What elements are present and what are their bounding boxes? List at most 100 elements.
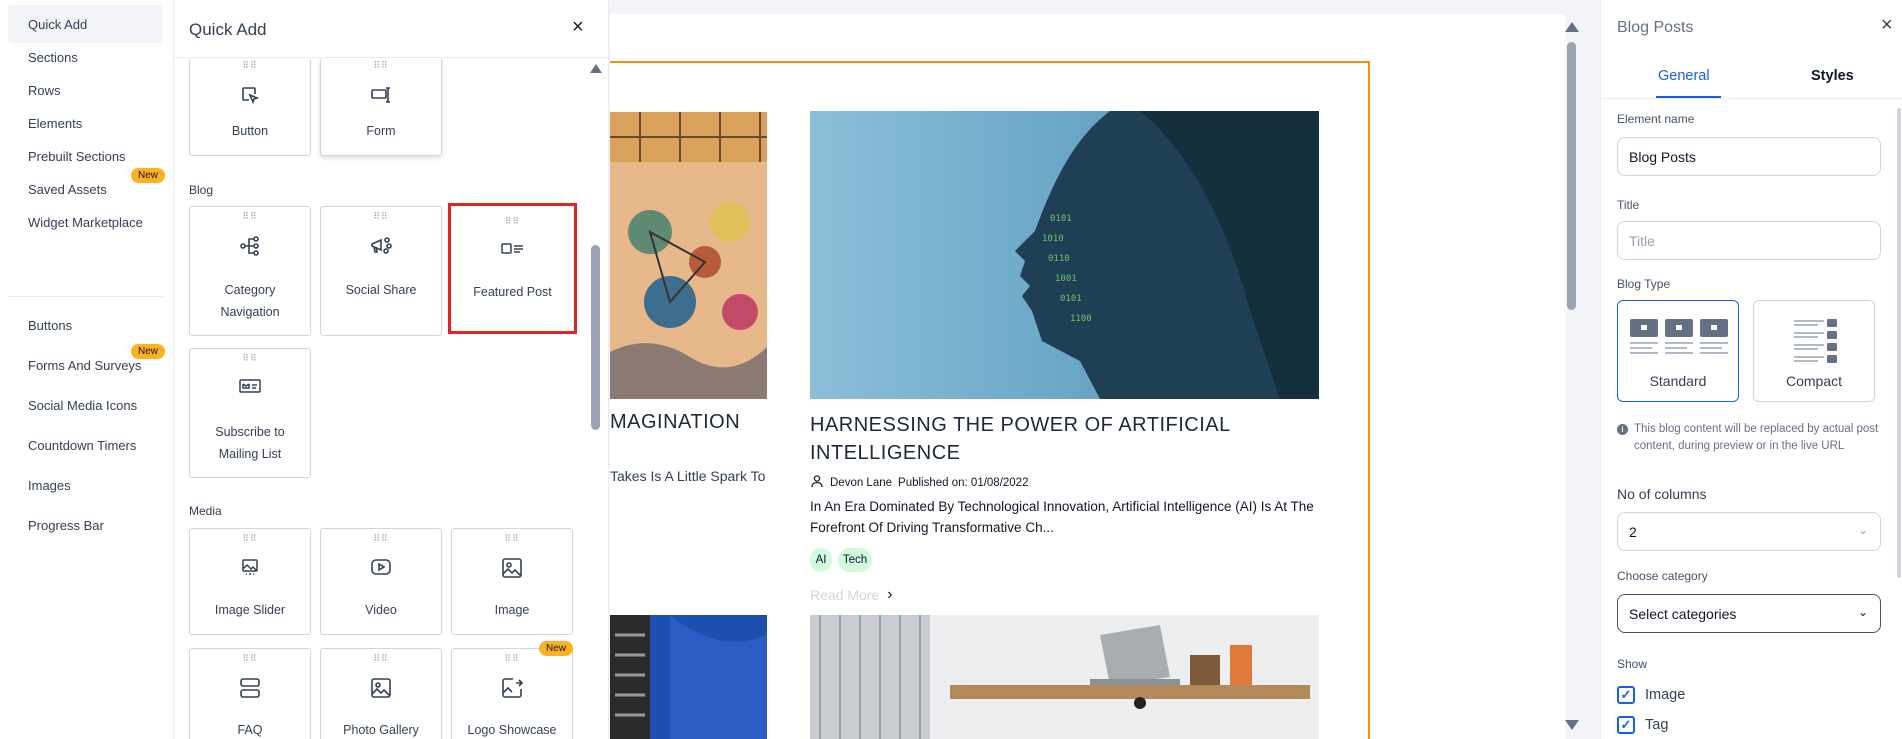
post-author: Devon Lane bbox=[830, 476, 893, 489]
drag-grip-icon: ⠿⠿ bbox=[373, 653, 389, 663]
category-navigation-icon bbox=[190, 235, 310, 257]
info-note: i This blog content will be replaced by … bbox=[1617, 421, 1879, 455]
svg-text:0101: 0101 bbox=[1050, 214, 1072, 224]
checkbox-checked[interactable]: ✓ bbox=[1617, 716, 1635, 734]
tile-featured-post[interactable]: ⠿⠿ Featured Post bbox=[448, 203, 577, 334]
checkbox-checked[interactable]: ✓ bbox=[1617, 686, 1635, 704]
settings-panel: Blog Posts × General Styles Element name… bbox=[1600, 0, 1902, 739]
svg-text:0110: 0110 bbox=[1048, 254, 1070, 264]
panel-scrollbar[interactable] bbox=[591, 245, 600, 430]
new-badge: New bbox=[130, 168, 165, 183]
category-value: Select categories bbox=[1629, 605, 1737, 622]
tile-image-slider[interactable]: ⠿⠿ Image Slider bbox=[189, 528, 311, 635]
tile-label: Social Share bbox=[345, 283, 417, 297]
drag-grip-icon: ⠿⠿ bbox=[242, 60, 258, 70]
nav-item-label: Images bbox=[28, 477, 71, 493]
post-image-robot bbox=[610, 615, 767, 739]
columns-select[interactable]: 2 ⌄ bbox=[1617, 512, 1881, 551]
image-slider-icon bbox=[190, 557, 310, 577]
close-icon[interactable]: × bbox=[572, 16, 584, 39]
svg-text:0101: 0101 bbox=[1060, 294, 1082, 304]
tile-logo-showcase[interactable]: ⠿⠿ New Logo Showcase bbox=[451, 641, 573, 739]
tile-video[interactable]: ⠿⠿ Video bbox=[320, 528, 442, 635]
blog-type-caption: Compact bbox=[1785, 373, 1843, 389]
post-title[interactable]: HARNESSING THE POWER OF ARTIFICIAL INTEL… bbox=[810, 411, 1310, 467]
nav-item-label: Widget Marketplace bbox=[28, 214, 143, 230]
nav-item-buttons[interactable]: Buttons bbox=[8, 306, 163, 344]
post-image-office bbox=[810, 615, 1319, 739]
divider bbox=[1601, 98, 1902, 99]
category-select[interactable]: Select categories ⌄ bbox=[1617, 594, 1881, 633]
info-note-text: This blog content will be replaced by ac… bbox=[1634, 423, 1879, 452]
nav-item-label: Sections bbox=[28, 49, 78, 65]
post-title[interactable]: MAGINATION bbox=[610, 411, 740, 434]
tab-general[interactable]: General bbox=[1658, 68, 1710, 84]
panel-scrollbar[interactable] bbox=[1897, 108, 1901, 578]
tile-subscribe-mailing-list[interactable]: ⠿⠿ Subscribe to Mailing List bbox=[189, 348, 311, 478]
image-icon bbox=[452, 557, 572, 579]
tile-label: Featured Post bbox=[473, 285, 552, 299]
nav-item-label: Countdown Timers bbox=[28, 437, 137, 453]
user-icon bbox=[810, 474, 824, 491]
chevron-down-icon: ⌄ bbox=[1857, 523, 1868, 537]
nav-item-label: Progress Bar bbox=[28, 517, 104, 533]
nav-item-label: Social Media Icons bbox=[28, 397, 138, 413]
nav-item-images[interactable]: Images bbox=[8, 466, 163, 504]
svg-text:1010: 1010 bbox=[1042, 234, 1064, 244]
tile-label: Subscribe to Mailing List bbox=[215, 425, 285, 461]
section-label-blog: Blog bbox=[189, 183, 214, 197]
scroll-up-arrow-icon[interactable] bbox=[590, 64, 602, 73]
canvas-scrollbar[interactable] bbox=[1567, 42, 1576, 310]
tile-faq[interactable]: ⠿⠿ FAQ bbox=[189, 648, 311, 739]
post-tag[interactable]: AI bbox=[810, 548, 832, 572]
nav-divider bbox=[8, 296, 163, 297]
nav-item-social-media-icons[interactable]: Social Media Icons bbox=[8, 386, 163, 424]
tile-label: FAQ bbox=[237, 723, 263, 737]
nav-item-label: Saved Assets bbox=[28, 181, 107, 197]
drag-grip-icon: ⠿⠿ bbox=[242, 653, 258, 663]
scroll-down-arrow-icon[interactable] bbox=[1565, 720, 1579, 730]
nav-item-forms-and-surveys[interactable]: Forms And Surveys New bbox=[8, 344, 165, 384]
show-image-checkbox-row[interactable]: ✓ Image bbox=[1617, 686, 1685, 704]
close-icon[interactable]: × bbox=[1881, 14, 1893, 37]
quick-add-panel: Quick Add × ⠿⠿ Button ⠿⠿ Form Blog ⠿⠿ Ca… bbox=[174, 0, 609, 739]
drag-grip-icon: ⠿⠿ bbox=[504, 533, 520, 543]
tile-image[interactable]: ⠿⠿ Image bbox=[451, 528, 573, 635]
blog-type-compact[interactable]: Compact bbox=[1753, 300, 1875, 402]
drag-grip-icon: ⠿⠿ bbox=[504, 216, 521, 226]
tile-button[interactable]: ⠿⠿ Button bbox=[189, 58, 311, 156]
columns-label: No of columns bbox=[1617, 486, 1707, 502]
read-more-label: Read More bbox=[810, 587, 880, 603]
nav-item-countdown-timers[interactable]: Countdown Timers bbox=[8, 426, 163, 464]
tile-category-navigation[interactable]: ⠿⠿ Category Navigation bbox=[189, 206, 311, 336]
tile-social-share[interactable]: ⠿⠿ Social Share bbox=[320, 206, 442, 336]
logo-showcase-icon bbox=[452, 677, 572, 699]
show-tag-checkbox-row[interactable]: ✓ Tag bbox=[1617, 716, 1668, 734]
nav-item-label: Buttons bbox=[28, 317, 73, 333]
photo-gallery-icon bbox=[321, 677, 441, 699]
post-published-date: Published on: 01/08/2022 bbox=[898, 476, 1029, 489]
read-more-link[interactable]: Read More › bbox=[810, 586, 893, 604]
video-icon bbox=[321, 557, 441, 577]
nav-item-widget-marketplace[interactable]: Widget Marketplace bbox=[8, 203, 163, 241]
tile-label: Image bbox=[494, 603, 530, 617]
scroll-up-arrow-icon[interactable] bbox=[1565, 22, 1579, 32]
subscribe-icon bbox=[190, 377, 310, 395]
drag-grip-icon: ⠿⠿ bbox=[373, 60, 389, 70]
tab-styles[interactable]: Styles bbox=[1811, 68, 1854, 84]
nav-item-progress-bar[interactable]: Progress Bar bbox=[8, 506, 163, 544]
tile-photo-gallery[interactable]: ⠿⠿ Photo Gallery bbox=[320, 648, 442, 739]
blog-type-standard[interactable]: Standard bbox=[1617, 300, 1739, 402]
title-label: Title bbox=[1617, 198, 1640, 212]
checkbox-label: Image bbox=[1645, 687, 1686, 703]
tile-form[interactable]: ⠿⠿ Form bbox=[320, 58, 442, 156]
chevron-down-icon: ⌄ bbox=[1857, 605, 1868, 619]
drag-grip-icon: ⠿⠿ bbox=[373, 211, 389, 221]
blog-type-caption: Standard bbox=[1649, 373, 1707, 389]
tile-label: Logo Showcase bbox=[467, 723, 557, 737]
post-tag[interactable]: Tech bbox=[838, 548, 872, 572]
tile-label: Form bbox=[366, 124, 396, 138]
element-name-input[interactable]: Blog Posts bbox=[1617, 137, 1881, 176]
svg-text:1100: 1100 bbox=[1070, 314, 1092, 324]
title-input[interactable] bbox=[1617, 221, 1881, 260]
